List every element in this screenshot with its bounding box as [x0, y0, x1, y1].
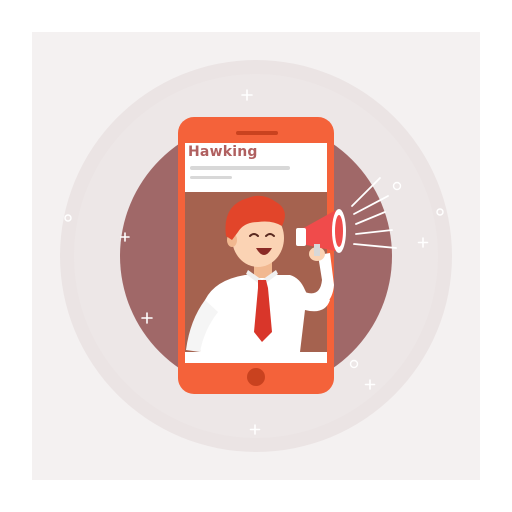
screen-bottom-strip — [185, 352, 327, 363]
placeholder-line — [190, 166, 290, 170]
placeholder-line — [190, 176, 232, 179]
scene — [32, 32, 480, 480]
home-button-icon[interactable] — [247, 368, 265, 386]
screen-headline: Hawking — [188, 144, 258, 160]
speaker-slot-icon — [236, 131, 278, 135]
